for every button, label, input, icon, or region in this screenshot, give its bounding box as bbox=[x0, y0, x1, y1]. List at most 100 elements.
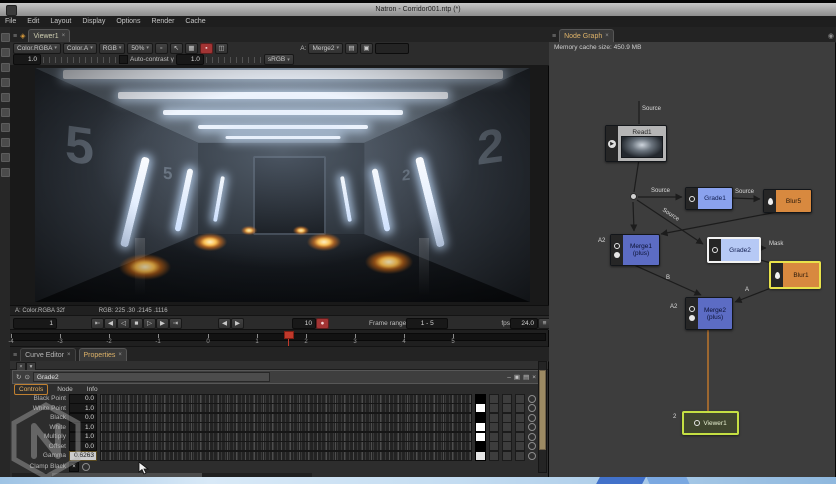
revert-icon[interactable] bbox=[528, 413, 536, 422]
param-value-field[interactable]: 1.0 bbox=[69, 403, 97, 413]
revert-icon[interactable] bbox=[528, 451, 536, 460]
set-out-point-button[interactable]: ▶ bbox=[231, 317, 244, 329]
param-value-field[interactable]: 0.6263 bbox=[69, 450, 97, 461]
toolbox-channel-icon[interactable] bbox=[0, 78, 10, 87]
alpha-channel-select[interactable]: Color.A ▾ bbox=[62, 42, 97, 54]
menu-file[interactable]: File bbox=[5, 18, 16, 25]
record-icon[interactable]: ● bbox=[316, 317, 329, 329]
keyframe-button[interactable] bbox=[489, 422, 499, 432]
current-frame-field[interactable]: 1 bbox=[13, 317, 57, 329]
windows-taskbar[interactable] bbox=[0, 477, 836, 484]
gamma-field[interactable]: 1.0 bbox=[175, 54, 204, 65]
color-swatch[interactable] bbox=[475, 412, 486, 423]
revert-icon[interactable] bbox=[528, 442, 536, 450]
frame-range-field[interactable]: 1 - 5 bbox=[406, 317, 449, 329]
gamma-slider[interactable] bbox=[205, 56, 262, 63]
title-bar[interactable]: Natron - Corridor001.ntp (*) bbox=[0, 3, 836, 16]
param-value-field[interactable]: 1.0 bbox=[69, 422, 97, 432]
zoom-select[interactable]: 50% ▾ bbox=[127, 42, 153, 54]
toolbox-time-icon[interactable] bbox=[0, 63, 10, 72]
toolbox-color-icon[interactable] bbox=[0, 93, 10, 102]
link-button[interactable] bbox=[515, 422, 525, 432]
auto-contrast-checkbox[interactable] bbox=[119, 55, 128, 64]
float-panel-icon[interactable]: ▣ bbox=[514, 373, 520, 381]
param-slider[interactable] bbox=[100, 422, 472, 432]
menu-options[interactable]: Options bbox=[116, 18, 140, 25]
pane-menu-icon[interactable]: ≡ bbox=[13, 33, 17, 40]
keyframe-button[interactable] bbox=[489, 393, 499, 404]
node-viewer1[interactable]: Viewer1 bbox=[682, 411, 739, 435]
refresh-icon[interactable]: ↻ bbox=[16, 373, 21, 381]
revert-icon[interactable] bbox=[528, 432, 536, 441]
link-button[interactable] bbox=[515, 393, 525, 404]
set-in-point-button[interactable]: ◀ bbox=[218, 317, 231, 329]
color-swatch[interactable] bbox=[475, 441, 486, 451]
curve-button[interactable] bbox=[502, 393, 512, 404]
wipe-toggle-icon[interactable]: ◫ bbox=[214, 42, 228, 54]
revert-icon[interactable] bbox=[528, 423, 536, 431]
node-grade1[interactable]: Grade1 bbox=[685, 187, 733, 210]
menu-layout[interactable]: Layout bbox=[50, 18, 71, 25]
toolbox-draw-icon[interactable] bbox=[0, 48, 10, 57]
node-grade2-selected[interactable]: Grade2 bbox=[707, 237, 761, 263]
param-value-field[interactable]: 0.0 bbox=[69, 393, 97, 404]
close-icon[interactable]: × bbox=[67, 352, 71, 358]
tab-viewer1[interactable]: Viewer1 × bbox=[28, 29, 71, 42]
toolbox-keyer-icon[interactable] bbox=[0, 123, 10, 132]
close-panel-icon[interactable]: × bbox=[532, 374, 536, 381]
goto-start-button[interactable]: ⇤ bbox=[91, 317, 104, 329]
param-slider[interactable] bbox=[100, 450, 472, 461]
tab-node-graph[interactable]: Node Graph × bbox=[559, 29, 614, 42]
layer-select[interactable]: Color.RGBA ▾ bbox=[13, 42, 61, 54]
revert-icon[interactable] bbox=[528, 404, 536, 412]
minimize-panel-icon[interactable]: – bbox=[507, 374, 511, 381]
roi-toggle-icon[interactable]: ▪ bbox=[199, 42, 213, 54]
param-value-field[interactable]: 0.0 bbox=[69, 441, 97, 451]
dot-node[interactable] bbox=[630, 193, 637, 200]
link-button[interactable] bbox=[515, 450, 525, 461]
pane-menu-icon[interactable]: ≡ bbox=[13, 352, 17, 359]
toolbox-image-icon[interactable] bbox=[0, 33, 10, 42]
menu-display[interactable]: Display bbox=[82, 18, 105, 25]
revert-icon[interactable] bbox=[528, 394, 536, 403]
param-slider[interactable] bbox=[100, 403, 472, 413]
param-value-field[interactable]: 0.0 bbox=[69, 412, 97, 423]
param-value-field[interactable]: 1.0 bbox=[69, 431, 97, 442]
color-swatch[interactable] bbox=[475, 450, 486, 461]
toolbox-transform-icon[interactable] bbox=[0, 153, 10, 162]
playhead-marker[interactable] bbox=[284, 331, 294, 339]
param-slider[interactable] bbox=[100, 441, 472, 451]
checkerboard-toggle-icon[interactable]: ▦ bbox=[184, 42, 198, 54]
playhead-frame-field[interactable]: 10 bbox=[292, 317, 316, 329]
snapshot-icon[interactable]: ◉ bbox=[828, 32, 834, 40]
node-graph[interactable]: Memory cache size: 450.9 MB Source Sourc… bbox=[549, 42, 835, 477]
fps-field[interactable]: 24.0 bbox=[510, 317, 538, 329]
properties-vscrollbar[interactable] bbox=[538, 361, 547, 473]
display-channels-select[interactable]: RGB ▾ bbox=[98, 42, 126, 54]
close-icon[interactable]: × bbox=[62, 33, 66, 39]
close-icon[interactable]: × bbox=[605, 33, 609, 39]
b-input-select[interactable] bbox=[375, 42, 409, 54]
keyframe-button[interactable] bbox=[489, 431, 499, 442]
panel-grid-icon[interactable]: ▤ bbox=[523, 373, 529, 381]
node-merge2[interactable]: Merge2 (plus) bbox=[685, 297, 733, 330]
curve-button[interactable] bbox=[502, 431, 512, 442]
pane-menu-icon[interactable]: ≡ bbox=[552, 33, 556, 40]
stop-button[interactable]: ■ bbox=[130, 317, 143, 329]
link-button[interactable] bbox=[515, 403, 525, 413]
link-button[interactable] bbox=[515, 441, 525, 451]
toolbox-filter-icon[interactable] bbox=[0, 108, 10, 117]
color-swatch[interactable] bbox=[475, 403, 486, 413]
curve-button[interactable] bbox=[502, 412, 512, 423]
toolbox-merge-icon[interactable] bbox=[0, 138, 10, 147]
keyframe-button[interactable] bbox=[489, 412, 499, 423]
tab-properties[interactable]: Properties × bbox=[78, 348, 127, 361]
next-frame-button[interactable]: ▶ bbox=[156, 317, 169, 329]
node-blur5[interactable]: Blur5 bbox=[763, 189, 812, 213]
keyframe-button[interactable] bbox=[489, 450, 499, 461]
gain-field[interactable]: 1.0 bbox=[13, 54, 41, 65]
prev-frame-button[interactable]: ◀ bbox=[104, 317, 117, 329]
viewer-canvas[interactable]: 5 2 5 2 bbox=[10, 65, 548, 306]
proxy-toggle-icon[interactable]: ▫ bbox=[154, 42, 168, 54]
param-slider[interactable] bbox=[100, 393, 472, 404]
